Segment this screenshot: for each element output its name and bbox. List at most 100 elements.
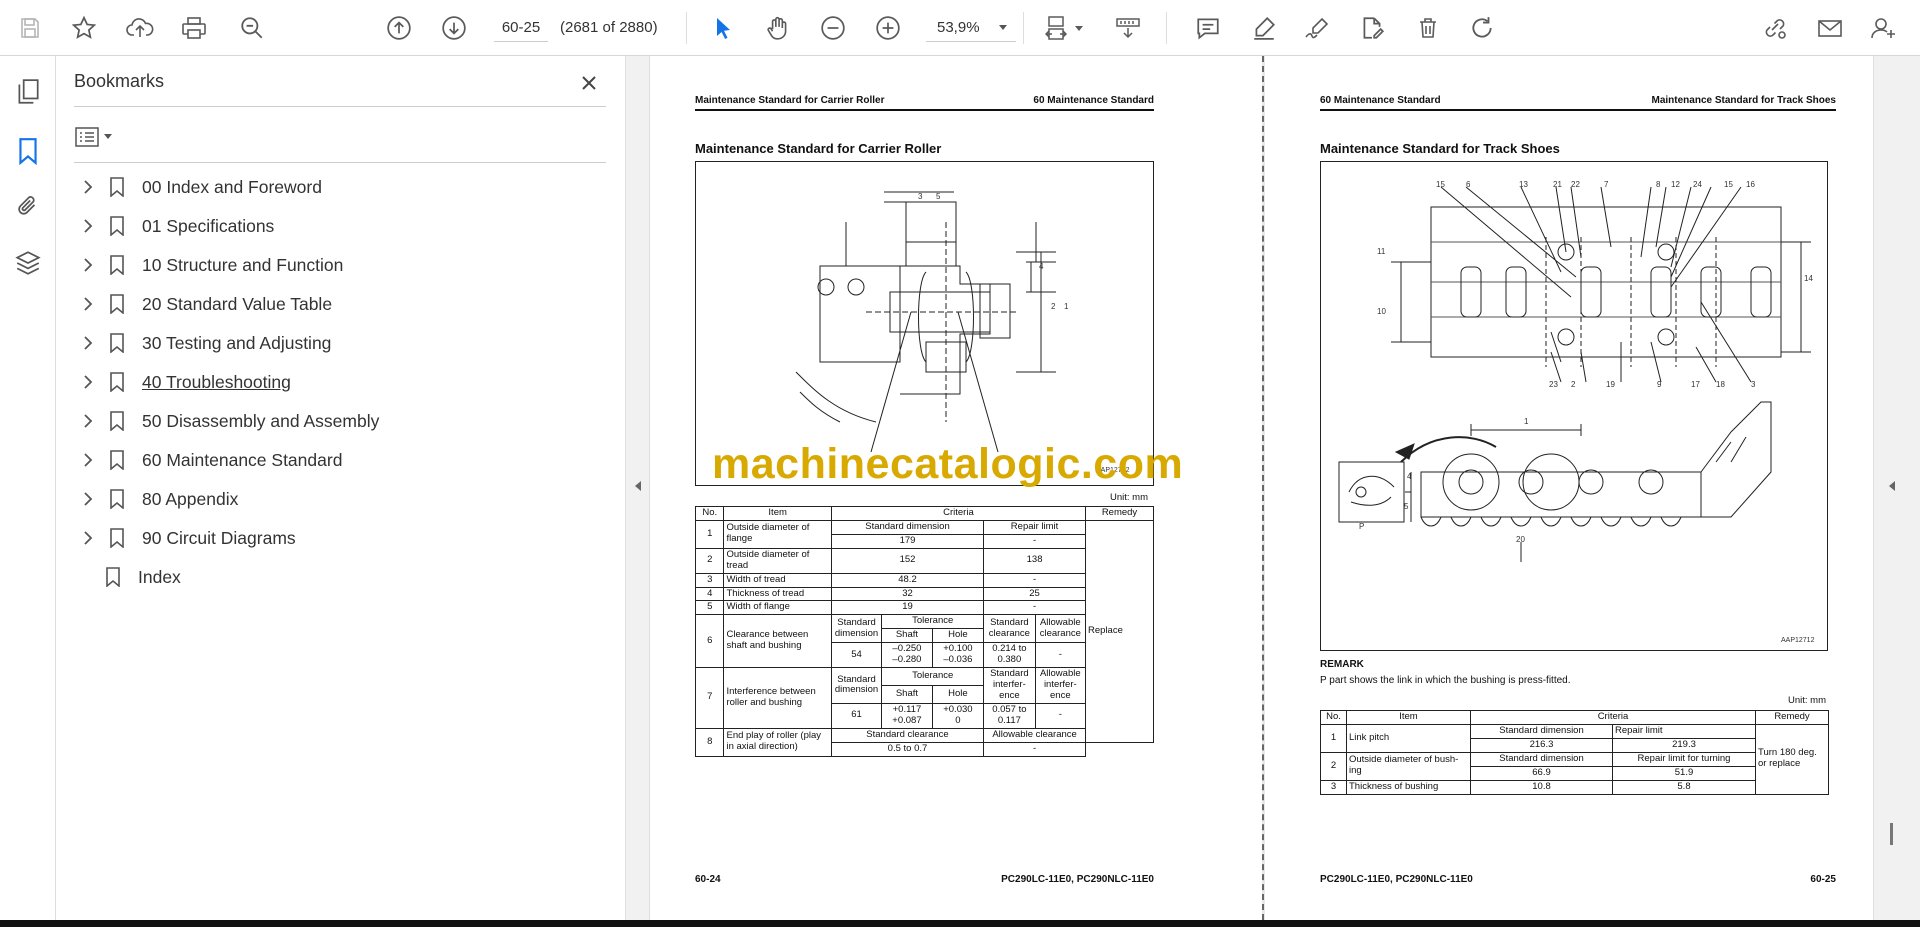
zoom-search-icon[interactable]: [234, 10, 270, 46]
bookmark-label: 90 Circuit Diagrams: [142, 527, 296, 548]
close-icon[interactable]: [575, 69, 603, 97]
page-number-input[interactable]: [494, 14, 548, 42]
row-no: 1: [1320, 723, 1347, 753]
cell: 48.2: [830, 572, 985, 588]
col-remedy: Remedy: [1085, 506, 1154, 521]
attachments-icon[interactable]: [8, 187, 48, 227]
expand-right-icon[interactable]: [1888, 480, 1896, 492]
bookmarks-icon[interactable]: [8, 131, 48, 171]
carrier-roller-spec-table: No. Item Criteria Remedy 1 Outside diameter …: [694, 506, 1154, 757]
bookmarks-panel: Bookmarks 00 Index and Foreword 01 Specif…: [57, 56, 625, 920]
cell: +0.117 +0.087: [881, 702, 933, 729]
hand-icon[interactable]: [760, 10, 796, 46]
bookmark-icon: [102, 216, 132, 236]
chevron-right-icon[interactable]: [74, 414, 102, 428]
layers-icon[interactable]: [8, 243, 48, 283]
cell: Repair limit: [1612, 723, 1756, 739]
chevron-right-icon[interactable]: [74, 336, 102, 350]
pages-icon[interactable]: [8, 72, 48, 112]
col-criteria: Criteria: [1470, 710, 1756, 725]
chevron-right-icon[interactable]: [74, 180, 102, 194]
figure-callout: 11: [1377, 247, 1386, 256]
col-remedy: Remedy: [1755, 710, 1829, 725]
collapse-left-icon[interactable]: [634, 480, 642, 492]
delete-icon[interactable]: [1410, 10, 1446, 46]
cell: 0.214 to 0.380: [983, 642, 1036, 669]
fit-page-icon[interactable]: [1040, 10, 1090, 46]
share-link-icon[interactable]: [1757, 10, 1793, 46]
bookmark-item[interactable]: Index: [74, 559, 614, 595]
bookmark-options-button[interactable]: [75, 122, 123, 152]
cell: -: [983, 600, 1086, 616]
figure-callout: 17: [1691, 380, 1700, 389]
add-user-icon[interactable]: [1866, 10, 1902, 46]
comment-icon[interactable]: [1190, 10, 1226, 46]
figure-callout: 6: [1466, 180, 1471, 189]
cell: Shaft: [881, 684, 933, 704]
bookmark-label: Index: [138, 566, 181, 587]
navigation-rail: [0, 56, 56, 920]
bookmark-label: 00 Index and Foreword: [142, 176, 322, 197]
chevron-right-icon[interactable]: [74, 492, 102, 506]
bookmark-item[interactable]: 00 Index and Foreword: [74, 169, 614, 205]
row-item: Outside diameter of flange: [723, 519, 832, 549]
email-icon[interactable]: [1812, 10, 1848, 46]
sign-icon[interactable]: [1300, 10, 1336, 46]
track-shoes-figure: 15 6 13 21 22 7 8 12 24 15 16 11 10 14 23 2 19 9 17 18 3 1 4 5 2…: [1320, 161, 1828, 651]
bookmark-item[interactable]: 80 Appendix: [74, 481, 614, 517]
select-cursor-icon[interactable]: [705, 10, 741, 46]
row-item: Interference between roller and bushing: [723, 667, 832, 729]
cell: Allowable interfer-ence: [1034, 667, 1087, 704]
zoom-select[interactable]: 53,9%: [926, 14, 1016, 42]
rotate-icon[interactable]: [1464, 10, 1500, 46]
scroll-mode-icon[interactable]: [1110, 10, 1146, 46]
bookmark-item[interactable]: 40 Troubleshooting: [74, 364, 614, 400]
chevron-right-icon[interactable]: [74, 219, 102, 233]
zoom-in-icon[interactable]: [870, 10, 906, 46]
bookmark-item[interactable]: 50 Disassembly and Assembly: [74, 403, 614, 439]
cell: 0.5 to 0.7: [830, 741, 985, 757]
chevron-right-icon[interactable]: [74, 375, 102, 389]
page-header-right: 60 Maintenance Standard: [1033, 95, 1154, 106]
save-icon[interactable]: [12, 10, 48, 46]
chevron-right-icon[interactable]: [74, 453, 102, 467]
divider: [74, 162, 606, 163]
page-header-left: 60 Maintenance Standard: [1320, 95, 1441, 106]
figure-callout: 22: [1571, 180, 1580, 189]
figure-callout: 3: [1751, 380, 1756, 389]
figure-callout: 3: [918, 192, 923, 201]
bookmark-item[interactable]: 20 Standard Value Table: [74, 286, 614, 322]
figure-callout: 14: [1804, 274, 1813, 283]
highlight-icon[interactable]: [1246, 10, 1282, 46]
bookmark-item[interactable]: 10 Structure and Function: [74, 247, 614, 283]
panel-splitter[interactable]: [625, 56, 650, 920]
row-no: 2: [694, 547, 725, 574]
bookmark-item[interactable]: 30 Testing and Adjusting: [74, 325, 614, 361]
bookmark-star-icon[interactable]: [66, 10, 102, 46]
bookmark-label: 20 Standard Value Table: [142, 293, 333, 314]
figure-callout: 18: [1716, 380, 1725, 389]
print-icon[interactable]: [176, 10, 212, 46]
row-item: Link pitch: [1346, 723, 1471, 753]
chevron-right-icon[interactable]: [74, 531, 102, 545]
figure-callout: 24: [1693, 180, 1702, 189]
bookmark-icon: [102, 177, 132, 197]
section-title: Maintenance Standard for Carrier Roller: [695, 141, 942, 156]
chevron-right-icon[interactable]: [74, 258, 102, 272]
cell: 138: [983, 547, 1086, 574]
page-up-icon[interactable]: [381, 10, 417, 46]
col-item: Item: [1346, 710, 1471, 725]
bookmark-item[interactable]: 60 Maintenance Standard: [74, 442, 614, 478]
chevron-right-icon[interactable]: [74, 297, 102, 311]
scroll-thumb[interactable]: [1890, 823, 1893, 845]
watermark: machinecatalogic.com: [712, 440, 1184, 488]
cell: 152: [830, 547, 985, 574]
right-panel-toggle[interactable]: [1873, 56, 1920, 920]
page-down-icon[interactable]: [436, 10, 472, 46]
zoom-out-icon[interactable]: [815, 10, 851, 46]
upload-icon[interactable]: [122, 10, 158, 46]
row-no: 4: [694, 586, 725, 602]
edit-pdf-icon[interactable]: [1354, 10, 1390, 46]
bookmark-item[interactable]: 90 Circuit Diagrams: [74, 520, 614, 556]
bookmark-item[interactable]: 01 Specifications: [74, 208, 614, 244]
